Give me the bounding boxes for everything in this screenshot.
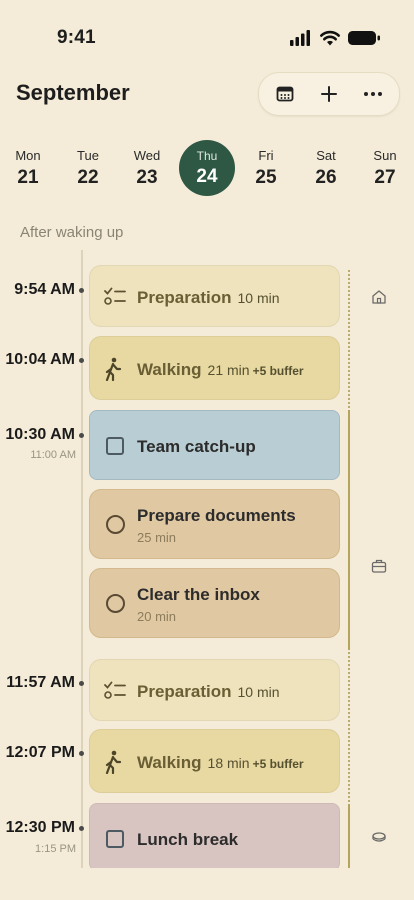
schedule-busy-line bbox=[348, 410, 350, 650]
more-icon bbox=[364, 92, 382, 96]
time-dot bbox=[79, 681, 84, 686]
bottom-fade bbox=[0, 868, 414, 900]
card-duration: 10 min bbox=[237, 290, 280, 306]
day-wed[interactable]: Wed 23 bbox=[121, 148, 173, 189]
lunch-break-card[interactable]: Lunch break bbox=[89, 803, 340, 871]
task-checkbox[interactable] bbox=[106, 594, 125, 613]
card-duration: 10 min bbox=[237, 684, 280, 700]
end-time-label: 11:00 AM bbox=[30, 449, 76, 461]
card-buffer: +5 buffer bbox=[252, 757, 304, 771]
time-label: 9:54 AM bbox=[14, 281, 75, 298]
day-sat[interactable]: Sat 26 bbox=[300, 148, 352, 189]
walking-icon bbox=[105, 357, 122, 381]
time-dot bbox=[79, 826, 84, 831]
day-of-week: Thu bbox=[196, 149, 218, 163]
day-fri[interactable]: Fri 25 bbox=[240, 148, 292, 189]
day-number: 23 bbox=[136, 167, 158, 188]
day-of-week: Sun bbox=[373, 148, 397, 163]
wifi-icon bbox=[320, 30, 340, 46]
calendar-icon bbox=[276, 86, 294, 102]
header-actions bbox=[258, 72, 400, 116]
time-dot bbox=[79, 433, 84, 438]
walking-card[interactable]: Walking 21 min +5 buffer bbox=[89, 336, 340, 400]
time-label: 11:57 AM bbox=[6, 674, 75, 691]
calendar-button[interactable] bbox=[263, 73, 307, 115]
section-label: After waking up bbox=[20, 224, 124, 241]
schedule-gap-line bbox=[348, 270, 350, 408]
task-card[interactable]: Prepare documents 25 min bbox=[89, 489, 340, 559]
checklist-icon bbox=[104, 287, 126, 305]
time-dot bbox=[79, 288, 84, 293]
day-number: 22 bbox=[77, 167, 99, 188]
preparation-card[interactable]: Preparation 10 min bbox=[89, 659, 340, 721]
checklist-icon bbox=[104, 681, 126, 699]
briefcase-icon bbox=[371, 559, 387, 573]
status-time: 9:41 bbox=[57, 27, 96, 48]
time-label: 12:30 PM bbox=[5, 819, 75, 836]
card-title: Prepare documents bbox=[137, 506, 296, 525]
day-number: 21 bbox=[17, 167, 39, 188]
schedule-gap-line bbox=[348, 652, 350, 802]
day-of-week: Sat bbox=[316, 148, 336, 163]
card-title: Clear the inbox bbox=[137, 585, 260, 604]
time-dot bbox=[79, 751, 84, 756]
battery-icon bbox=[348, 31, 380, 45]
card-duration: 20 min bbox=[137, 609, 177, 624]
card-duration: 18 min bbox=[207, 755, 250, 771]
walking-card[interactable]: Walking 18 min +5 buffer bbox=[89, 729, 340, 793]
signal-icon bbox=[290, 30, 310, 46]
task-card[interactable]: Clear the inbox 20 min bbox=[89, 568, 340, 638]
day-number: 25 bbox=[255, 167, 277, 188]
more-button[interactable] bbox=[351, 73, 395, 115]
add-icon bbox=[321, 86, 337, 102]
card-title: Team catch-up bbox=[137, 437, 256, 456]
day-of-week: Mon bbox=[15, 148, 41, 163]
schedule-busy-line bbox=[348, 804, 350, 868]
card-buffer: +5 buffer bbox=[252, 364, 304, 378]
event-checkbox[interactable] bbox=[106, 437, 124, 455]
day-tue[interactable]: Tue 22 bbox=[62, 148, 114, 189]
day-number: 24 bbox=[196, 166, 218, 187]
event-checkbox[interactable] bbox=[106, 830, 124, 848]
team-catch-up-card[interactable]: Team catch-up bbox=[89, 410, 340, 480]
card-title: Preparation 10 min bbox=[137, 682, 280, 701]
time-dot bbox=[79, 358, 84, 363]
status-icons bbox=[290, 30, 380, 46]
day-thu-selected[interactable]: Thu 24 bbox=[179, 140, 235, 196]
preparation-card[interactable]: Preparation 10 min bbox=[89, 265, 340, 327]
end-time-label: 1:15 PM bbox=[35, 843, 76, 855]
timeline-axis bbox=[81, 250, 83, 870]
day-of-week: Tue bbox=[77, 148, 99, 163]
month-title: September bbox=[16, 80, 130, 105]
day-sun[interactable]: Sun 27 bbox=[359, 148, 411, 189]
day-of-week: Fri bbox=[258, 148, 274, 163]
day-number: 27 bbox=[374, 167, 396, 188]
time-label: 12:07 PM bbox=[5, 744, 75, 761]
add-button[interactable] bbox=[307, 73, 351, 115]
card-duration: 25 min bbox=[137, 530, 177, 545]
food-icon bbox=[372, 832, 386, 842]
day-of-week: Wed bbox=[133, 148, 161, 163]
home-icon bbox=[372, 290, 386, 304]
day-mon[interactable]: Mon 21 bbox=[2, 148, 54, 189]
day-number: 26 bbox=[315, 167, 337, 188]
card-title: Walking 21 min +5 buffer bbox=[137, 360, 304, 379]
time-label: 10:30 AM bbox=[5, 426, 75, 443]
task-checkbox[interactable] bbox=[106, 515, 125, 534]
time-label: 10:04 AM bbox=[5, 351, 75, 368]
card-title: Preparation 10 min bbox=[137, 288, 280, 307]
card-title: Walking 18 min +5 buffer bbox=[137, 753, 304, 772]
card-duration: 21 min bbox=[207, 362, 250, 378]
walking-icon bbox=[105, 750, 122, 774]
card-title: Lunch break bbox=[137, 830, 239, 849]
